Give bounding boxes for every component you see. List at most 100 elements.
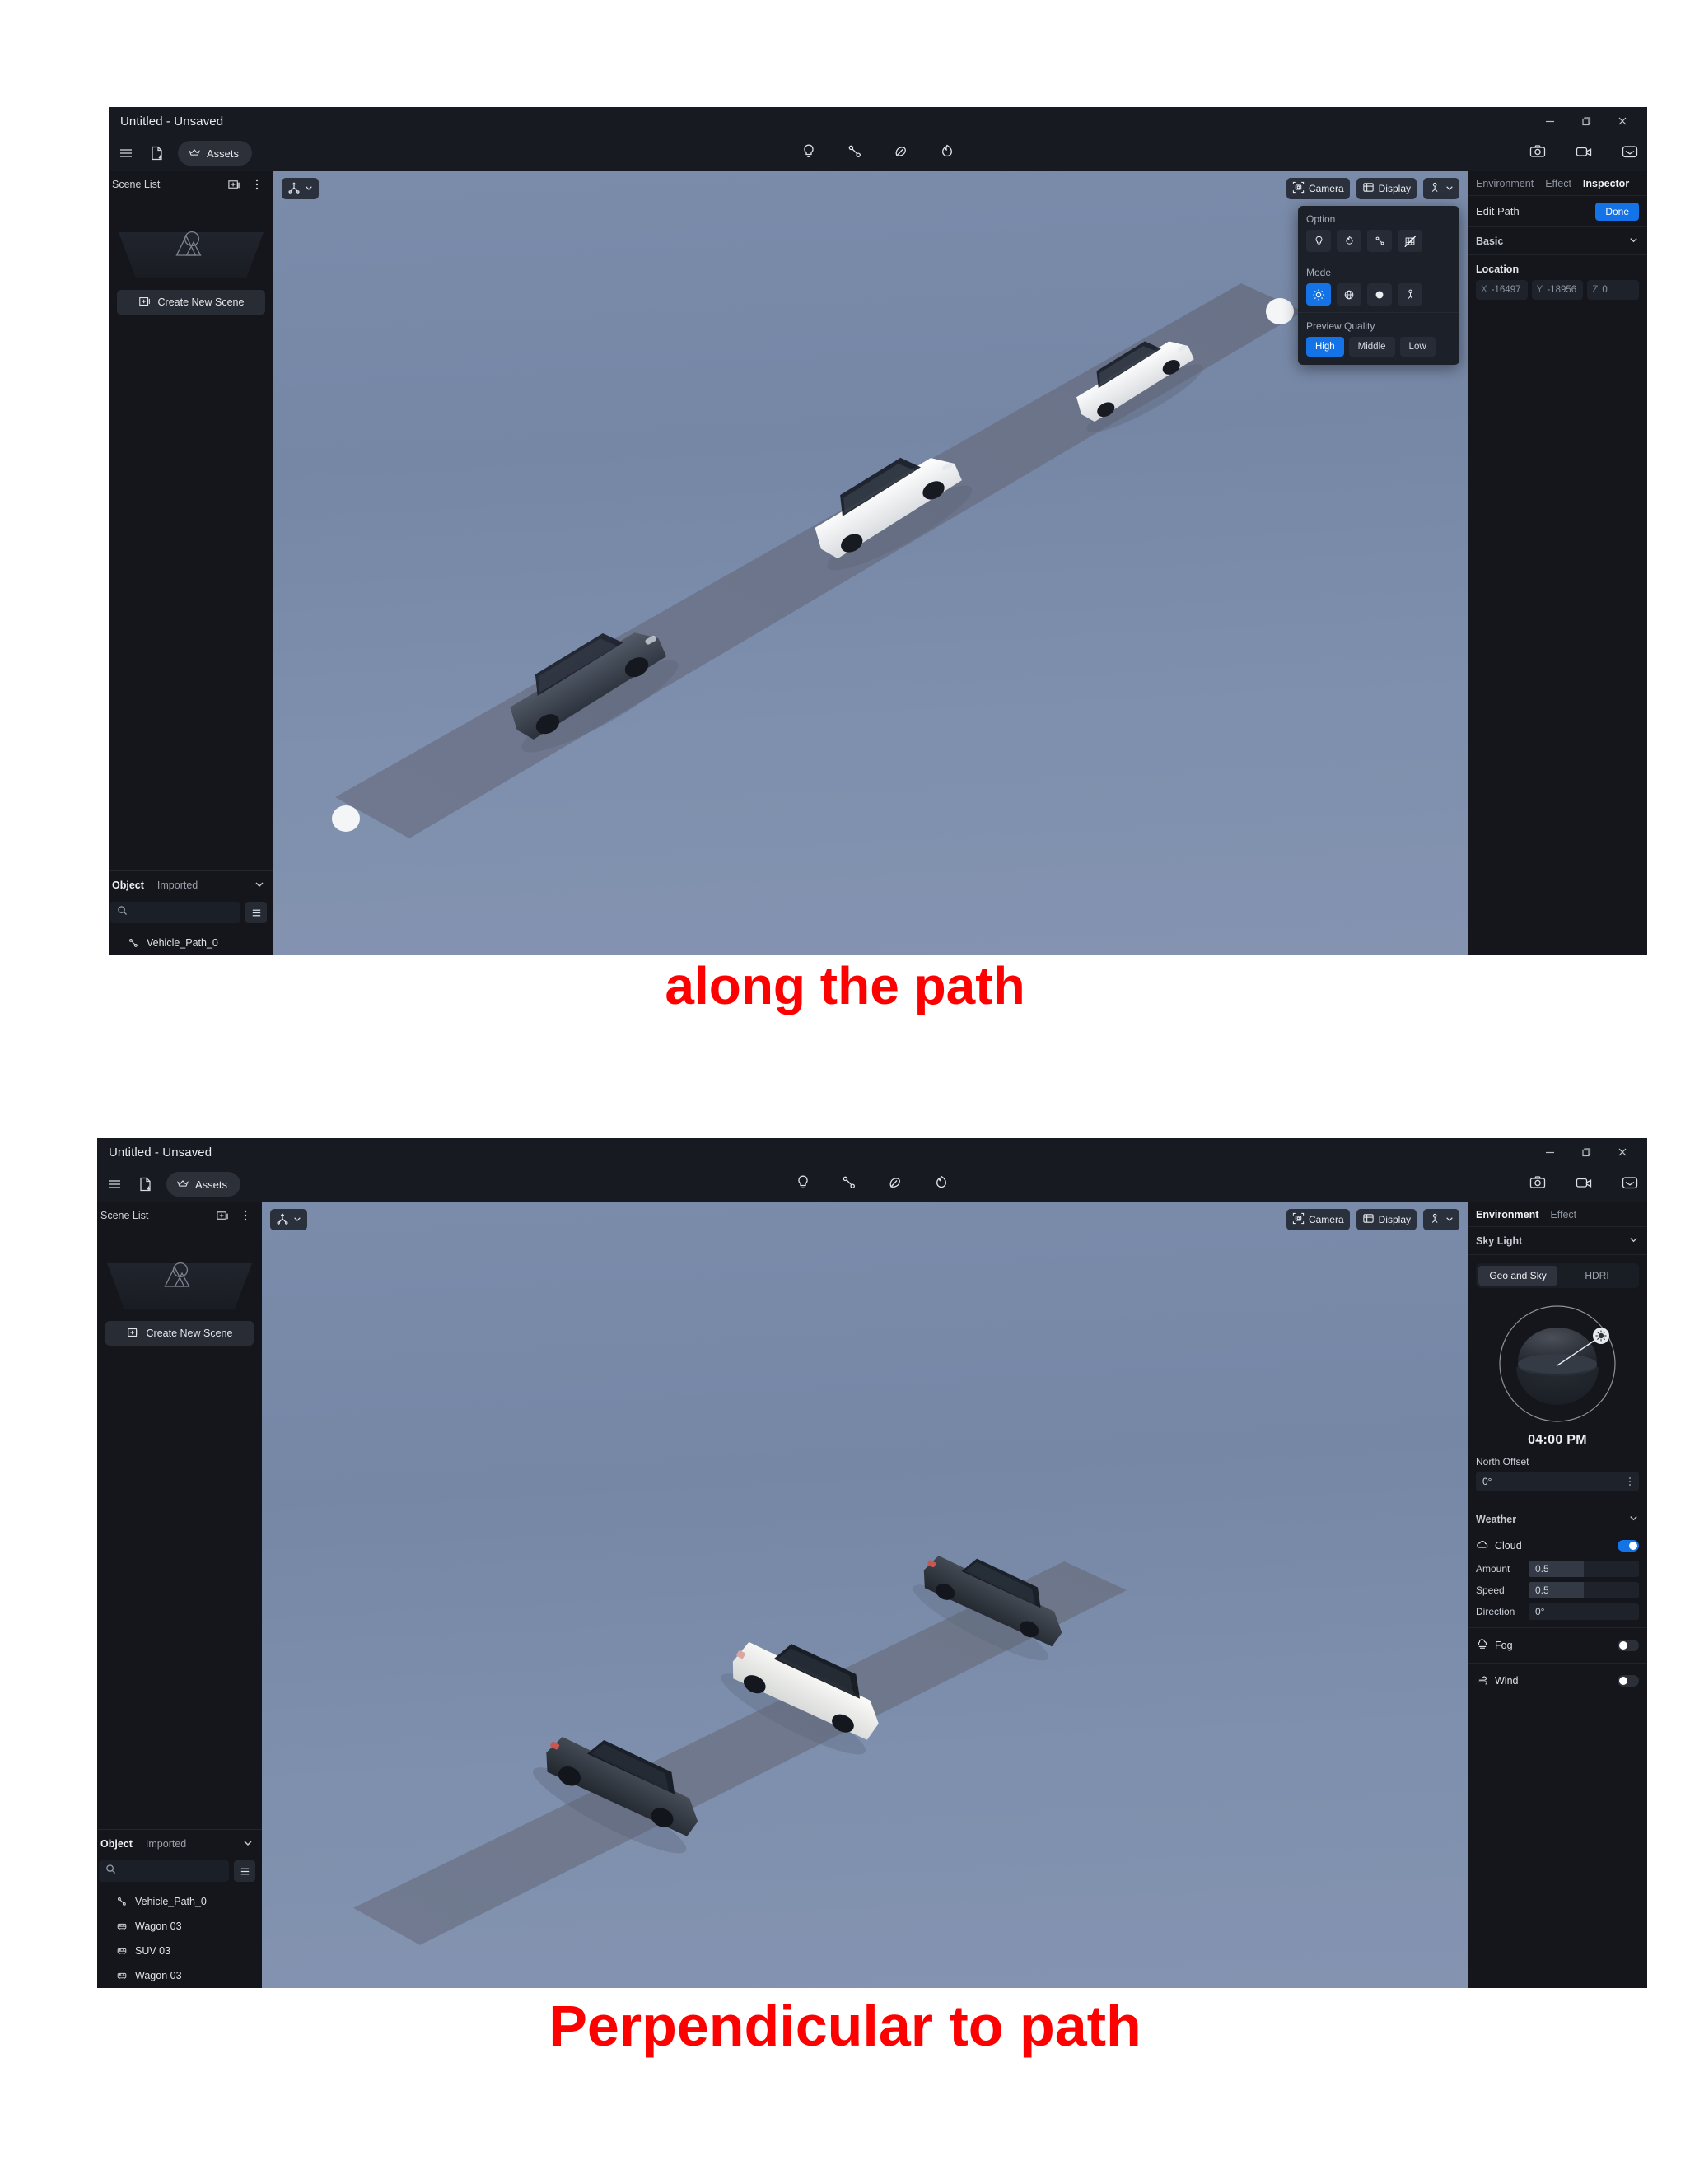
camera-button[interactable]: Camera: [1286, 178, 1350, 199]
search-input[interactable]: [133, 907, 234, 918]
done-button[interactable]: Done: [1595, 202, 1639, 221]
page-root: Untitled - Unsaved Assets Scene List Cre…: [0, 0, 1690, 2184]
viewport-gizmo-top[interactable]: [282, 178, 319, 199]
location-y-field[interactable]: Y -18956: [1531, 280, 1584, 300]
list-item[interactable]: Wagon 03: [97, 1963, 262, 1988]
light-bulb-icon[interactable]: [1306, 230, 1331, 252]
cloud-toggle[interactable]: [1618, 1540, 1639, 1552]
sun-position-dial[interactable]: [1492, 1298, 1623, 1430]
location-z-field[interactable]: Z 0: [1587, 280, 1640, 300]
sphere-solid-icon[interactable]: [1367, 283, 1392, 306]
search-input[interactable]: [121, 1865, 222, 1877]
path-node-icon[interactable]: [846, 142, 864, 165]
hamburger-icon[interactable]: [104, 1174, 125, 1195]
path-node-icon[interactable]: [1367, 230, 1392, 252]
export-inbox-icon[interactable]: [1621, 1174, 1639, 1196]
list-lines-icon[interactable]: [245, 902, 267, 923]
display-button[interactable]: Display: [1356, 1209, 1417, 1230]
minimize-icon[interactable]: [1532, 1138, 1568, 1166]
viewport-3d-top[interactable]: Camera Display Option Mode Preview Quali…: [273, 171, 1468, 955]
tab-imported[interactable]: Imported: [146, 1838, 186, 1850]
assets-button[interactable]: Assets: [178, 141, 253, 166]
camera-photo-icon[interactable]: [1529, 1174, 1547, 1196]
video-camera-icon[interactable]: [1575, 142, 1593, 165]
fire-icon[interactable]: [1337, 230, 1361, 252]
sky-light-header[interactable]: Sky Light: [1468, 1227, 1647, 1255]
fog-toggle[interactable]: [1618, 1640, 1639, 1651]
person-icon[interactable]: [1398, 283, 1422, 306]
tab-geo-and-sky[interactable]: Geo and Sky: [1478, 1266, 1557, 1286]
search-input-wrapper[interactable]: [110, 902, 240, 923]
path-node-icon[interactable]: [840, 1174, 858, 1196]
sun-icon[interactable]: [1306, 283, 1331, 306]
grid-icon[interactable]: [1398, 230, 1422, 252]
lighting-gizmo-button[interactable]: [1423, 1209, 1459, 1230]
cloud-amount-slider[interactable]: 0.5: [1529, 1561, 1639, 1577]
leaf-icon[interactable]: [892, 142, 910, 165]
add-scene-icon[interactable]: [214, 1207, 231, 1224]
tab-effect[interactable]: Effect: [1550, 1209, 1576, 1220]
north-offset-field[interactable]: 0°: [1476, 1472, 1639, 1491]
weather-header[interactable]: Weather: [1468, 1505, 1647, 1533]
file-import-icon[interactable]: [145, 141, 170, 166]
minimize-icon[interactable]: [1532, 107, 1568, 135]
viewport-gizmo-bottom[interactable]: [270, 1209, 307, 1230]
tab-environment[interactable]: Environment: [1476, 178, 1534, 189]
tab-object[interactable]: Object: [100, 1838, 133, 1850]
tab-object[interactable]: Object: [112, 880, 144, 891]
tab-effect[interactable]: Effect: [1545, 178, 1571, 189]
list-item[interactable]: Vehicle_Path_0: [97, 1889, 262, 1914]
file-import-icon[interactable]: [133, 1172, 158, 1197]
list-lines-icon[interactable]: [234, 1860, 255, 1882]
assets-crown-icon: [176, 1177, 189, 1192]
close-icon[interactable]: [1604, 107, 1641, 135]
wind-toggle[interactable]: [1618, 1675, 1639, 1687]
light-bulb-icon[interactable]: [800, 142, 818, 165]
camera-photo-icon[interactable]: [1529, 142, 1547, 165]
chevron-down-icon[interactable]: [242, 1837, 254, 1851]
toolbar-center-icons: [800, 142, 956, 165]
quality-high-button[interactable]: High: [1306, 337, 1344, 357]
more-vertical-icon[interactable]: [237, 1207, 254, 1224]
restore-icon[interactable]: [1568, 107, 1604, 135]
create-new-scene-button[interactable]: Create New Scene: [117, 290, 265, 315]
hamburger-icon[interactable]: [115, 142, 137, 164]
list-item[interactable]: Vehicle_Path_0: [109, 931, 273, 955]
globe-wire-icon[interactable]: [1337, 283, 1361, 306]
quality-middle-button[interactable]: Middle: [1348, 337, 1395, 357]
tab-environment[interactable]: Environment: [1476, 1209, 1538, 1220]
cloud-direction-slider[interactable]: 0°: [1529, 1603, 1639, 1620]
search-input-wrapper[interactable]: [99, 1860, 229, 1882]
viewport-3d-bottom[interactable]: Camera Display: [262, 1202, 1468, 1988]
tab-imported[interactable]: Imported: [157, 880, 198, 891]
create-new-scene-button[interactable]: Create New Scene: [105, 1321, 254, 1346]
basic-section-header[interactable]: Basic: [1468, 227, 1647, 255]
display-button[interactable]: Display: [1356, 178, 1417, 199]
fire-icon[interactable]: [932, 1174, 950, 1196]
more-vertical-icon[interactable]: [1624, 1472, 1636, 1491]
video-camera-icon[interactable]: [1575, 1174, 1593, 1196]
more-vertical-icon[interactable]: [249, 176, 265, 193]
export-inbox-icon[interactable]: [1621, 142, 1639, 165]
axis-gizmo-button[interactable]: [282, 178, 319, 199]
cloud-amount-row: Amount 0.5: [1468, 1558, 1647, 1580]
tab-hdri[interactable]: HDRI: [1557, 1266, 1636, 1286]
camera-button[interactable]: Camera: [1286, 1209, 1350, 1230]
restore-icon[interactable]: [1568, 1138, 1604, 1166]
fire-icon[interactable]: [938, 142, 956, 165]
chevron-down-icon[interactable]: [254, 879, 265, 893]
list-item[interactable]: Wagon 03: [97, 1914, 262, 1939]
light-bulb-icon[interactable]: [794, 1174, 812, 1196]
assets-button[interactable]: Assets: [166, 1172, 241, 1197]
close-icon[interactable]: [1604, 1138, 1641, 1166]
add-scene-icon[interactable]: [226, 176, 242, 193]
quality-low-button[interactable]: Low: [1399, 337, 1436, 357]
tab-inspector[interactable]: Inspector: [1583, 178, 1629, 189]
list-item[interactable]: SUV 03: [97, 1939, 262, 1963]
leaf-icon[interactable]: [886, 1174, 904, 1196]
axis-gizmo-button[interactable]: [270, 1209, 307, 1230]
cloud-speed-slider[interactable]: 0.5: [1529, 1582, 1639, 1598]
lighting-gizmo-button[interactable]: [1423, 178, 1459, 199]
location-x-field[interactable]: X -16497: [1476, 280, 1528, 300]
